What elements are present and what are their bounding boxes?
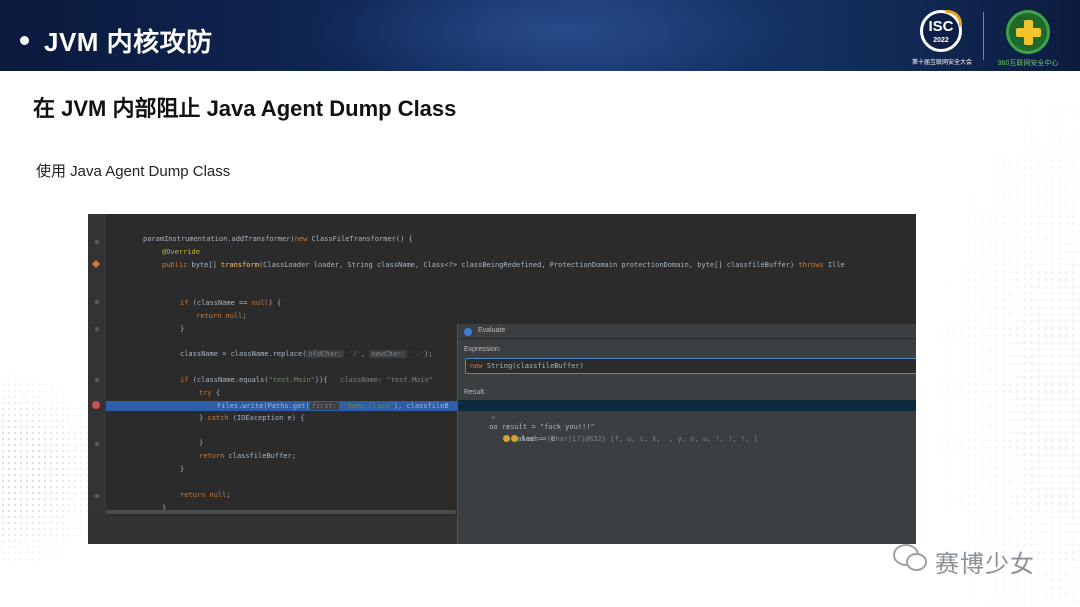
result-tree-row[interactable]: hash = 0	[458, 423, 916, 443]
isc-logo-year: 2022	[933, 37, 949, 44]
ide-screenshot: paramInstrumentation.addTransformer(new …	[88, 214, 916, 544]
fold-icon	[95, 327, 99, 331]
header-glow	[300, 0, 800, 71]
watermark-text: 赛博少女	[935, 551, 1035, 578]
fold-icon	[95, 240, 99, 244]
code-line: return null;	[196, 312, 247, 320]
result-tree-row[interactable]: ⌄ oo result = "fuck you!!!"	[458, 400, 916, 431]
override-marker-icon	[91, 259, 101, 269]
isc-logo-caption: 第十届互联网安全大会	[911, 60, 972, 66]
result-label: Result:	[464, 389, 486, 396]
code-line: } catch (IOException e) {	[199, 414, 305, 422]
code-line: return null;	[180, 491, 231, 499]
code-line: }	[180, 325, 185, 333]
evaluate-titlebar[interactable]: Evaluate	[458, 324, 916, 339]
code-line: if (className == null) {	[180, 299, 282, 307]
expression-label: Expression:	[464, 346, 501, 353]
intellij-icon	[464, 328, 472, 336]
wechat-icon	[893, 544, 929, 574]
code-line: @Override	[162, 248, 200, 256]
code-line: public byte[] transform(ClassLoader load…	[162, 261, 845, 269]
chat-bubble-icon-small	[906, 553, 927, 571]
code-line: try {	[199, 389, 221, 397]
fold-icon	[95, 494, 99, 498]
logo-divider	[983, 12, 984, 60]
code-line: }	[180, 465, 185, 473]
isc-logo-text: ISC	[928, 18, 954, 35]
field-icon	[511, 435, 519, 442]
slide-description: 使用 Java Agent Dump Class	[36, 163, 231, 180]
fold-icon	[95, 442, 99, 446]
code-line: }	[199, 439, 204, 447]
slide-title: JVM 内核攻防	[44, 27, 213, 57]
decorative-dots-right	[930, 80, 1080, 607]
result-tree-row[interactable]: › value = {char[17]@632} [f, u, c, k, , …	[458, 412, 916, 443]
evaluate-title: Evaluate	[478, 327, 506, 334]
code-line: paramInstrumentation.addTransformer(new …	[143, 235, 413, 243]
editor-gutter	[88, 214, 106, 544]
expression-input[interactable]: new String(classfileBuffer)	[465, 358, 916, 374]
code-line-highlighted: Files.write(Paths.get(first: "dump.class…	[106, 401, 475, 411]
evaluate-dialog: Evaluate Expression: new String(classfil…	[457, 324, 916, 544]
isc-logo: ISC 2022 第十届互联网安全大会	[908, 8, 976, 68]
org-logo-caption: 360互联网安全中心	[997, 60, 1059, 67]
code-line: if (className.equals("test.Main")){ clas…	[180, 376, 433, 384]
cross-icon-bar	[1016, 28, 1041, 37]
title-bullet	[20, 36, 29, 45]
code-line: return classfileBuffer;	[199, 452, 296, 460]
org-logo: 360互联网安全中心	[988, 8, 1068, 68]
code-line: className = className.replace(oldChar: '…	[180, 350, 433, 358]
editor-horizontal-scrollbar[interactable]	[106, 510, 456, 514]
slide-header: JVM 内核攻防 ISC 2022 第十届互联网安全大会 360互联网安全中心	[0, 0, 1080, 71]
slide-subtitle: 在 JVM 内部阻止 Java Agent Dump Class	[33, 96, 457, 121]
breakpoint-icon[interactable]	[92, 401, 100, 409]
fold-icon	[95, 300, 99, 304]
wechat-watermark: 赛博少女	[893, 540, 1063, 580]
fold-icon	[95, 378, 99, 382]
